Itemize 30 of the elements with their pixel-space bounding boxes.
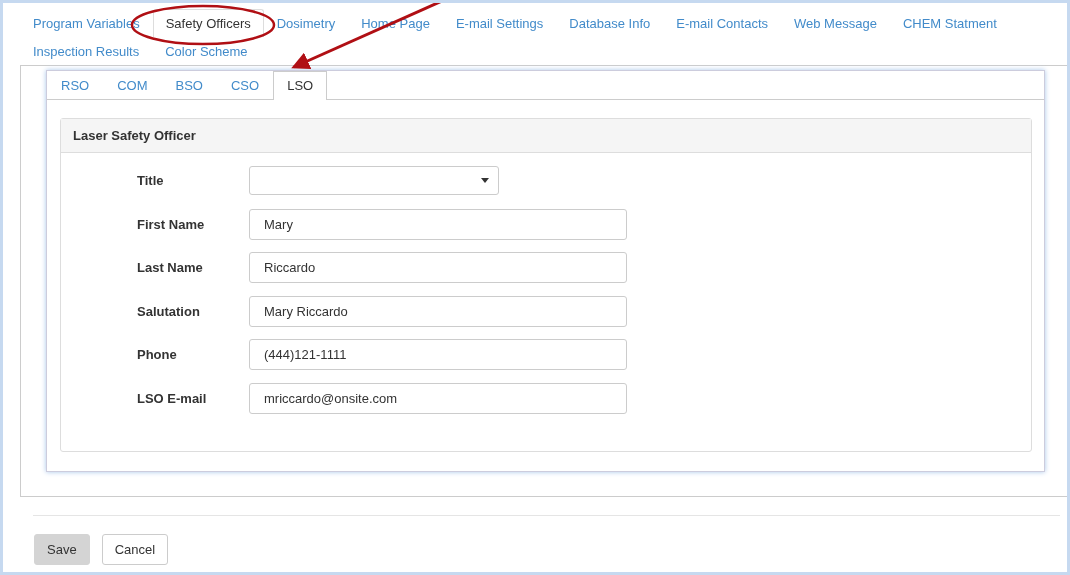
input-field[interactable]: (444)121-1111 xyxy=(249,339,627,370)
settings-tab[interactable]: CHEM Statment xyxy=(889,9,1010,37)
officer-tab[interactable]: BSO xyxy=(161,71,217,99)
settings-tab[interactable]: E-mail Settings xyxy=(442,9,557,37)
field-label: Phone xyxy=(137,347,178,362)
officer-tab[interactable]: CSO xyxy=(217,71,274,99)
field-label: Salutation xyxy=(137,303,201,319)
settings-tab[interactable]: E-mail Contacts xyxy=(663,9,781,37)
input-field[interactable]: mriccardo@onsite.com xyxy=(249,382,627,414)
settings-tab[interactable]: Safety Officers xyxy=(152,9,264,37)
input-field[interactable]: Mary xyxy=(249,208,627,240)
title-select[interactable] xyxy=(249,166,499,195)
field-label: Title xyxy=(137,173,165,188)
panel-title: Laser Safety Officer xyxy=(73,128,196,143)
officer-tab[interactable]: COM xyxy=(103,71,162,99)
settings-tab[interactable]: Database Info xyxy=(556,9,664,37)
input-field[interactable]: Riccardo xyxy=(249,252,627,283)
officer-tab[interactable]: RSO xyxy=(47,71,104,99)
settings-tab[interactable]: Dosimetry xyxy=(263,9,349,37)
save-button[interactable]: Save xyxy=(34,534,90,565)
settings-tab[interactable]: Web Message xyxy=(781,9,890,37)
input-field[interactable]: Mary Riccardo xyxy=(249,295,627,327)
cancel-button[interactable]: Cancel xyxy=(101,534,169,565)
officer-tab[interactable]: LSO xyxy=(273,71,328,100)
settings-tab[interactable]: Color Scheme xyxy=(152,37,261,65)
field-label: LSO E-mail xyxy=(137,390,208,406)
field-label: Last Name xyxy=(137,260,204,275)
settings-tab[interactable]: Inspection Results xyxy=(20,37,153,65)
caret-icon xyxy=(481,178,489,183)
field-label: First Name xyxy=(137,216,206,232)
